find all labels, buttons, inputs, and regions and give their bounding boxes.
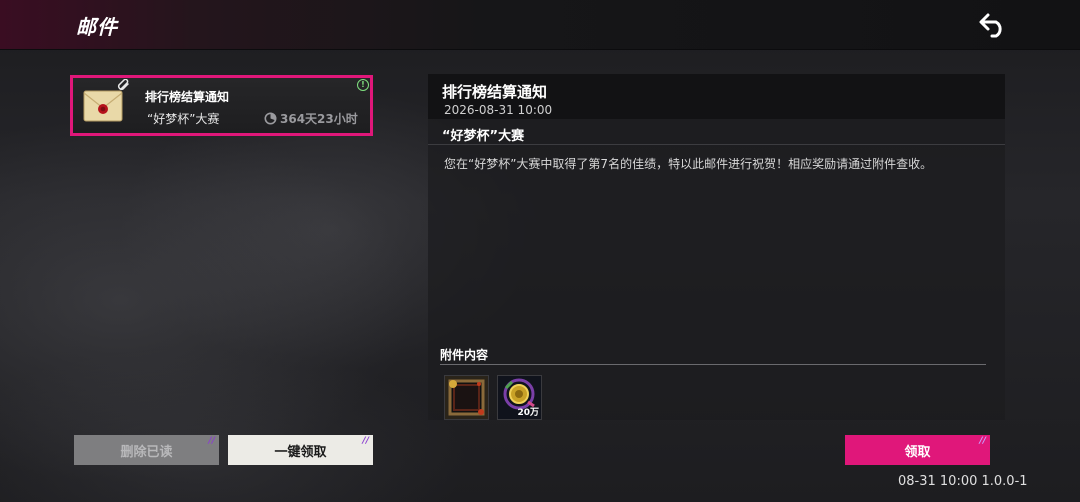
expiry-time-text: 364天23小时 <box>280 112 358 126</box>
claim-all-button[interactable]: 一键领取 // <box>228 435 373 465</box>
detail-body: 您在“好梦杯”大赛中取得了第7名的佳绩，特以此邮件进行祝贺！相应奖励请通过附件查… <box>444 157 933 171</box>
corner-slash-icon: // <box>362 436 369 446</box>
mail-subtitle: “好梦杯”大赛 <box>147 112 220 126</box>
divider <box>428 144 1005 145</box>
detail-subject: “好梦杯”大赛 <box>442 129 525 144</box>
claim-all-label: 一键领取 <box>274 444 327 460</box>
back-arrow-icon <box>979 13 1002 38</box>
mail-detail-panel: 排行榜结算通知 2026-08-31 10:00 “好梦杯”大赛 您在“好梦杯”… <box>428 74 1005 420</box>
top-bar: 邮件 <box>0 0 1080 50</box>
page-title: 邮件 <box>76 15 118 39</box>
delete-read-label: 删除已读 <box>120 444 173 460</box>
back-button[interactable] <box>976 9 1010 41</box>
version-label: 08-31 10:00 1.0.0-1 <box>898 474 1028 489</box>
claim-button[interactable]: 领取 // <box>845 435 990 465</box>
mail-list-item[interactable]: 排行榜结算通知 “好梦杯”大赛 364天23小时 ! <box>70 75 373 136</box>
divider <box>440 364 986 365</box>
attachment-clip-icon <box>117 79 129 91</box>
attachment-item-avatar-frame[interactable] <box>444 375 489 420</box>
detail-title: 排行榜结算通知 <box>442 83 548 101</box>
corner-slash-icon: // <box>208 436 215 446</box>
corner-slash-icon: // <box>979 436 986 446</box>
claim-label: 领取 <box>904 444 931 460</box>
envelope-icon <box>83 90 123 122</box>
mail-title: 排行榜结算通知 <box>145 90 230 104</box>
detail-date: 2026-08-31 10:00 <box>444 103 553 117</box>
clock-icon <box>264 112 277 125</box>
logo-swoosh <box>0 0 57 49</box>
detail-header: 排行榜结算通知 2026-08-31 10:00 <box>428 74 1005 119</box>
attachment-quantity: 20万 <box>517 408 539 418</box>
attachment-item-gold-coin[interactable]: 20万 <box>497 375 542 420</box>
delete-read-button[interactable]: 删除已读 // <box>74 435 219 465</box>
expiry-timer: 364天23小时 <box>264 110 358 127</box>
avatar-frame-icon <box>445 376 488 419</box>
alert-badge-icon: ! <box>357 79 369 91</box>
attachments-label: 附件内容 <box>440 348 489 362</box>
